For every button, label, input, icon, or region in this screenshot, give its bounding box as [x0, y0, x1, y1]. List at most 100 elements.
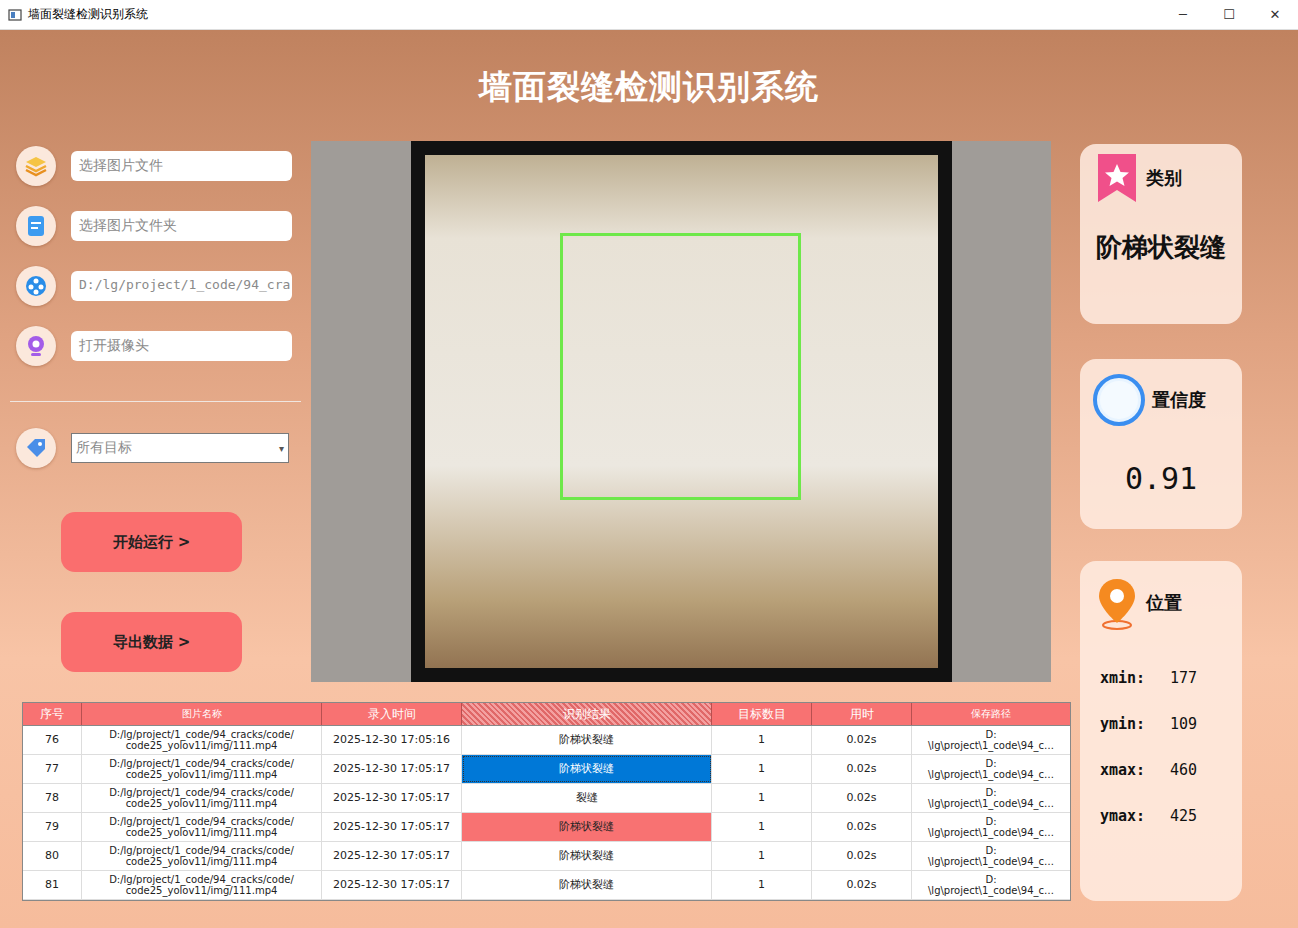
table-cell[interactable]: 2025-12-30 17:05:17 — [322, 871, 462, 899]
card-title: 位置 — [1146, 591, 1182, 615]
table-cell[interactable]: D: \lg\project\1_code\94_c… — [912, 842, 1070, 870]
table-cell[interactable]: 77 — [23, 755, 82, 783]
app-window: 墙面裂缝检测识别系统 ─☐✕ 墙面裂缝检测识别系统选择图片文件选择图片文件夹 D:/l… — [0, 0, 1298, 928]
source-field[interactable]: D:/lg/project/1_code/94_cra — [71, 271, 292, 301]
dropdown-arrow-icon[interactable]: ▾ — [279, 443, 284, 454]
table-cell[interactable]: D: \lg\project\1_code\94_c… — [912, 755, 1070, 783]
table-cell[interactable]: 2025-12-30 17:05:17 — [322, 842, 462, 870]
coordinate-row: xmax:460 — [1100, 761, 1228, 779]
category-card: 类别阶梯状裂缝 — [1080, 144, 1242, 324]
table-cell[interactable]: D:/lg/project/1_code/94_cracks/code/ cod… — [82, 842, 322, 870]
ring-icon — [1092, 373, 1146, 427]
column-header[interactable]: 录入时间 — [322, 703, 462, 725]
target-select[interactable]: 所有目标▾ — [71, 433, 289, 463]
table-cell[interactable]: 1 — [712, 784, 812, 812]
source-row: 选择图片文件 — [10, 144, 300, 188]
table-cell[interactable]: 0.02s — [812, 871, 912, 899]
table-cell[interactable]: D: \lg\project\1_code\94_c… — [912, 813, 1070, 841]
column-header[interactable]: 保存路径 — [912, 703, 1070, 725]
main-area: 墙面裂缝检测识别系统选择图片文件选择图片文件夹 D:/lg/project/1_c… — [0, 30, 1298, 928]
table-cell[interactable]: 阶梯状裂缝 — [462, 813, 712, 841]
table-row[interactable]: 79D:/lg/project/1_code/94_cracks/code/ c… — [23, 813, 1070, 842]
source-row: 打开摄像头 — [10, 324, 300, 368]
table-header: 序号图片名称录入时间识别结果目标数目用时保存路径 — [22, 702, 1071, 726]
title-bar: 墙面裂缝检测识别系统 ─☐✕ — [0, 0, 1298, 30]
folder-icon[interactable] — [16, 206, 56, 246]
table-cell[interactable]: D:/lg/project/1_code/94_cracks/code/ cod… — [82, 755, 322, 783]
table-cell[interactable]: 80 — [23, 842, 82, 870]
window-title: 墙面裂缝检测识别系统 — [28, 6, 148, 23]
coordinate-row: ymin:109 — [1100, 715, 1228, 733]
table-row[interactable]: 76D:/lg/project/1_code/94_cracks/code/ c… — [23, 726, 1070, 755]
tag-icon[interactable] — [16, 428, 56, 468]
table-cell[interactable]: 0.02s — [812, 726, 912, 754]
table-cell[interactable]: 1 — [712, 842, 812, 870]
source-field[interactable]: 选择图片文件 — [71, 151, 292, 181]
coordinate-row: ymax:425 — [1100, 807, 1228, 825]
image-icon[interactable] — [16, 146, 56, 186]
result-panel: 类别阶梯状裂缝置信度 0.91 位置 xmin:177 ymin:109 xmax:460… — [1080, 144, 1242, 901]
table-cell[interactable]: 79 — [23, 813, 82, 841]
table-cell[interactable]: D: \lg\project\1_code\94_c… — [912, 784, 1070, 812]
table-cell[interactable]: 0.02s — [812, 842, 912, 870]
table-cell[interactable]: 81 — [23, 871, 82, 899]
source-row: D:/lg/project/1_code/94_cra — [10, 264, 300, 308]
table-cell[interactable]: D:/lg/project/1_code/94_cracks/code/ cod… — [82, 871, 322, 899]
app-icon — [8, 8, 22, 22]
table-cell[interactable]: 2025-12-30 17:05:17 — [322, 784, 462, 812]
table-cell[interactable]: 阶梯状裂缝 — [462, 871, 712, 899]
card-title: 置信度 — [1152, 388, 1206, 412]
divider — [10, 401, 301, 402]
column-header[interactable]: 用时 — [812, 703, 912, 725]
control-panel: 选择图片文件选择图片文件夹 D:/lg/project/1_code/94_cra… — [10, 141, 300, 682]
table-cell[interactable]: 裂缝 — [462, 784, 712, 812]
source-row: 选择图片文件夹 — [10, 204, 300, 248]
table-row[interactable]: 81D:/lg/project/1_code/94_cracks/code/ c… — [23, 871, 1070, 900]
coordinate-row: xmin:177 — [1100, 669, 1228, 687]
table-cell[interactable]: 阶梯状裂缝 — [462, 755, 712, 783]
table-cell[interactable]: 0.02s — [812, 755, 912, 783]
action-button[interactable]: 开始运行 > — [61, 512, 242, 572]
video-icon[interactable] — [16, 266, 56, 306]
table-cell[interactable]: 0.02s — [812, 784, 912, 812]
table-cell[interactable]: 1 — [712, 871, 812, 899]
column-header[interactable]: 图片名称 — [82, 703, 322, 725]
table-cell[interactable]: D:/lg/project/1_code/94_cracks/code/ cod… — [82, 784, 322, 812]
table-cell[interactable]: 78 — [23, 784, 82, 812]
table-cell[interactable]: 2025-12-30 17:05:16 — [322, 726, 462, 754]
app-header: 墙面裂缝检测识别系统 — [0, 30, 1298, 141]
table-cell[interactable]: D:/lg/project/1_code/94_cracks/code/ cod… — [82, 813, 322, 841]
camera-icon[interactable] — [16, 326, 56, 366]
column-header[interactable]: 序号 — [23, 703, 82, 725]
video-view — [311, 141, 1051, 682]
window-control[interactable]: ✕ — [1252, 7, 1298, 22]
table-cell[interactable]: D:/lg/project/1_code/94_cracks/code/ cod… — [82, 726, 322, 754]
table-row[interactable]: 80D:/lg/project/1_code/94_cracks/code/ c… — [23, 842, 1070, 871]
table-cell[interactable]: 阶梯状裂缝 — [462, 726, 712, 754]
action-button[interactable]: 导出数据 > — [61, 612, 242, 672]
position-card: 位置 xmin:177 ymin:109 xmax:460 ymax:425 — [1080, 561, 1242, 901]
table-cell[interactable]: D: \lg\project\1_code\94_c… — [912, 871, 1070, 899]
location-pin-icon — [1094, 575, 1140, 631]
confidence-value: 0.91 — [1092, 461, 1230, 496]
source-field[interactable]: 选择图片文件夹 — [71, 211, 292, 241]
table-cell[interactable]: 1 — [712, 813, 812, 841]
table-cell[interactable]: 76 — [23, 726, 82, 754]
column-header[interactable]: 目标数目 — [712, 703, 812, 725]
table-cell[interactable]: D: \lg\project\1_code\94_c… — [912, 726, 1070, 754]
confidence-card: 置信度 0.91 — [1080, 359, 1242, 529]
table-row[interactable]: 78D:/lg/project/1_code/94_cracks/code/ c… — [23, 784, 1070, 813]
column-header[interactable]: 识别结果 — [462, 703, 712, 725]
detection-box — [560, 233, 801, 500]
table-row[interactable]: 77D:/lg/project/1_code/94_cracks/code/ c… — [23, 755, 1070, 784]
table-cell[interactable]: 1 — [712, 755, 812, 783]
window-control[interactable]: ─ — [1160, 7, 1206, 22]
table-cell[interactable]: 阶梯状裂缝 — [462, 842, 712, 870]
table-cell[interactable]: 1 — [712, 726, 812, 754]
table-cell[interactable]: 0.02s — [812, 813, 912, 841]
video-frame — [411, 141, 952, 682]
table-cell[interactable]: 2025-12-30 17:05:17 — [322, 755, 462, 783]
window-control[interactable]: ☐ — [1206, 7, 1252, 22]
table-cell[interactable]: 2025-12-30 17:05:17 — [322, 813, 462, 841]
source-field[interactable]: 打开摄像头 — [71, 331, 292, 361]
